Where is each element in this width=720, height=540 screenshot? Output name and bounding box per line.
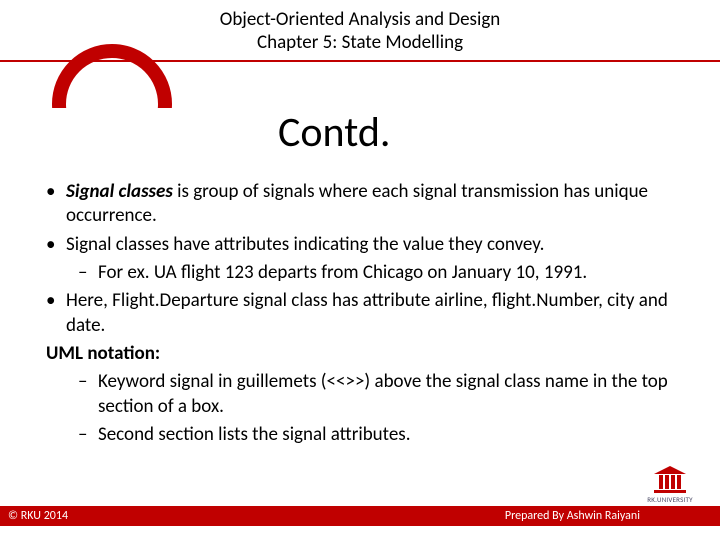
footer-bar: © RKU 2014 Prepared By Ashwin Raiyani <box>0 506 720 526</box>
slide-body: Signal classes is group of signals where… <box>0 154 720 447</box>
bullet-lead: Signal classes <box>66 180 173 203</box>
sub-bullet-item: Second section lists the signal attribut… <box>40 423 680 447</box>
sub-bullet-item: For ex. UA flight 123 departs from Chica… <box>40 261 680 285</box>
slide-title: Contd. <box>0 112 720 154</box>
logo-arc <box>52 44 172 108</box>
course-title: Object-Oriented Analysis and Design <box>0 8 720 31</box>
bullet-text: For ex. UA flight 123 departs from Chica… <box>98 261 587 284</box>
logo-base-icon <box>654 490 686 493</box>
bullet-item: Signal classes have attributes indicatin… <box>40 233 680 257</box>
plain-line: UML notation: <box>40 342 680 366</box>
logo-pillars-icon <box>642 475 698 489</box>
sub-bullet-item: Keyword signal in guillemets (<<>>) abov… <box>40 370 680 419</box>
bullet-item: Signal classes is group of signals where… <box>40 180 680 229</box>
bullet-item: Here, Flight.Departure signal class has … <box>40 289 680 338</box>
footer-author: Prepared By Ashwin Raiyani <box>505 509 712 523</box>
bullet-text: Signal classes have attributes indicatin… <box>66 233 544 256</box>
logo-roof-icon <box>654 466 686 474</box>
bullet-text: UML notation: <box>46 342 160 365</box>
bullet-text: Here, Flight.Departure signal class has … <box>66 289 668 336</box>
bullet-text: Second section lists the signal attribut… <box>98 423 411 446</box>
footer-copyright: © RKU 2014 <box>8 509 68 523</box>
university-logo: RK.UNIVERSITY <box>642 466 698 504</box>
logo-text: RK.UNIVERSITY <box>642 495 698 504</box>
bullet-text: Keyword signal in guillemets (<<>>) abov… <box>98 370 668 417</box>
